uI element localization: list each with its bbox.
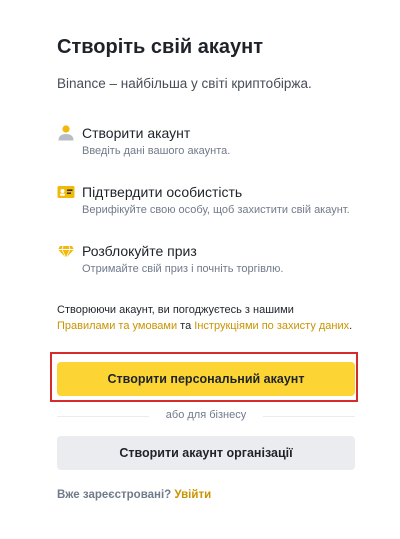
step-description: Верифікуйте свою особу, щоб захистити св… (82, 204, 350, 216)
terms-text: Створюючи акаунт, ви погоджуєтесь з наши… (57, 304, 294, 316)
page-title: Створіть свій акаунт (57, 36, 263, 58)
terms-link[interactable]: Правилами та умовами (57, 320, 177, 332)
create-personal-account-button[interactable]: Створити персональний акаунт (57, 362, 355, 396)
step-description: Введіть дані вашого акаунта. (82, 145, 231, 157)
business-divider: або для бізнесу (57, 409, 355, 423)
login-prompt-text: Вже зареєстровані? (57, 489, 172, 501)
terms-end: . (349, 320, 353, 332)
login-link[interactable]: Увійти (174, 489, 211, 501)
terms-connector: та (177, 320, 195, 332)
page-subtitle: Binance – найбільша у світі криптобіржа. (57, 76, 312, 91)
login-prompt: Вже зареєстровані? Увійти (57, 489, 211, 501)
user-icon (57, 124, 75, 142)
divider-line-right (263, 416, 355, 417)
id-card-icon (57, 183, 75, 201)
step-description: Отримайте свій приз і почніть торгівлю. (82, 263, 284, 275)
privacy-link[interactable]: Інструкціями по захисту даних (194, 320, 349, 332)
terms-notice: Створюючи акаунт, ви погоджуєтесь з наши… (57, 302, 355, 334)
step-heading: Підтвердити особистість (82, 184, 243, 200)
step-heading: Створити акаунт (82, 125, 191, 141)
create-organization-account-button[interactable]: Створити акаунт організації (57, 436, 355, 470)
step-heading: Розблокуйте приз (82, 243, 197, 259)
gift-diamond-icon (57, 242, 75, 260)
divider-label: або для бізнесу (165, 409, 247, 421)
